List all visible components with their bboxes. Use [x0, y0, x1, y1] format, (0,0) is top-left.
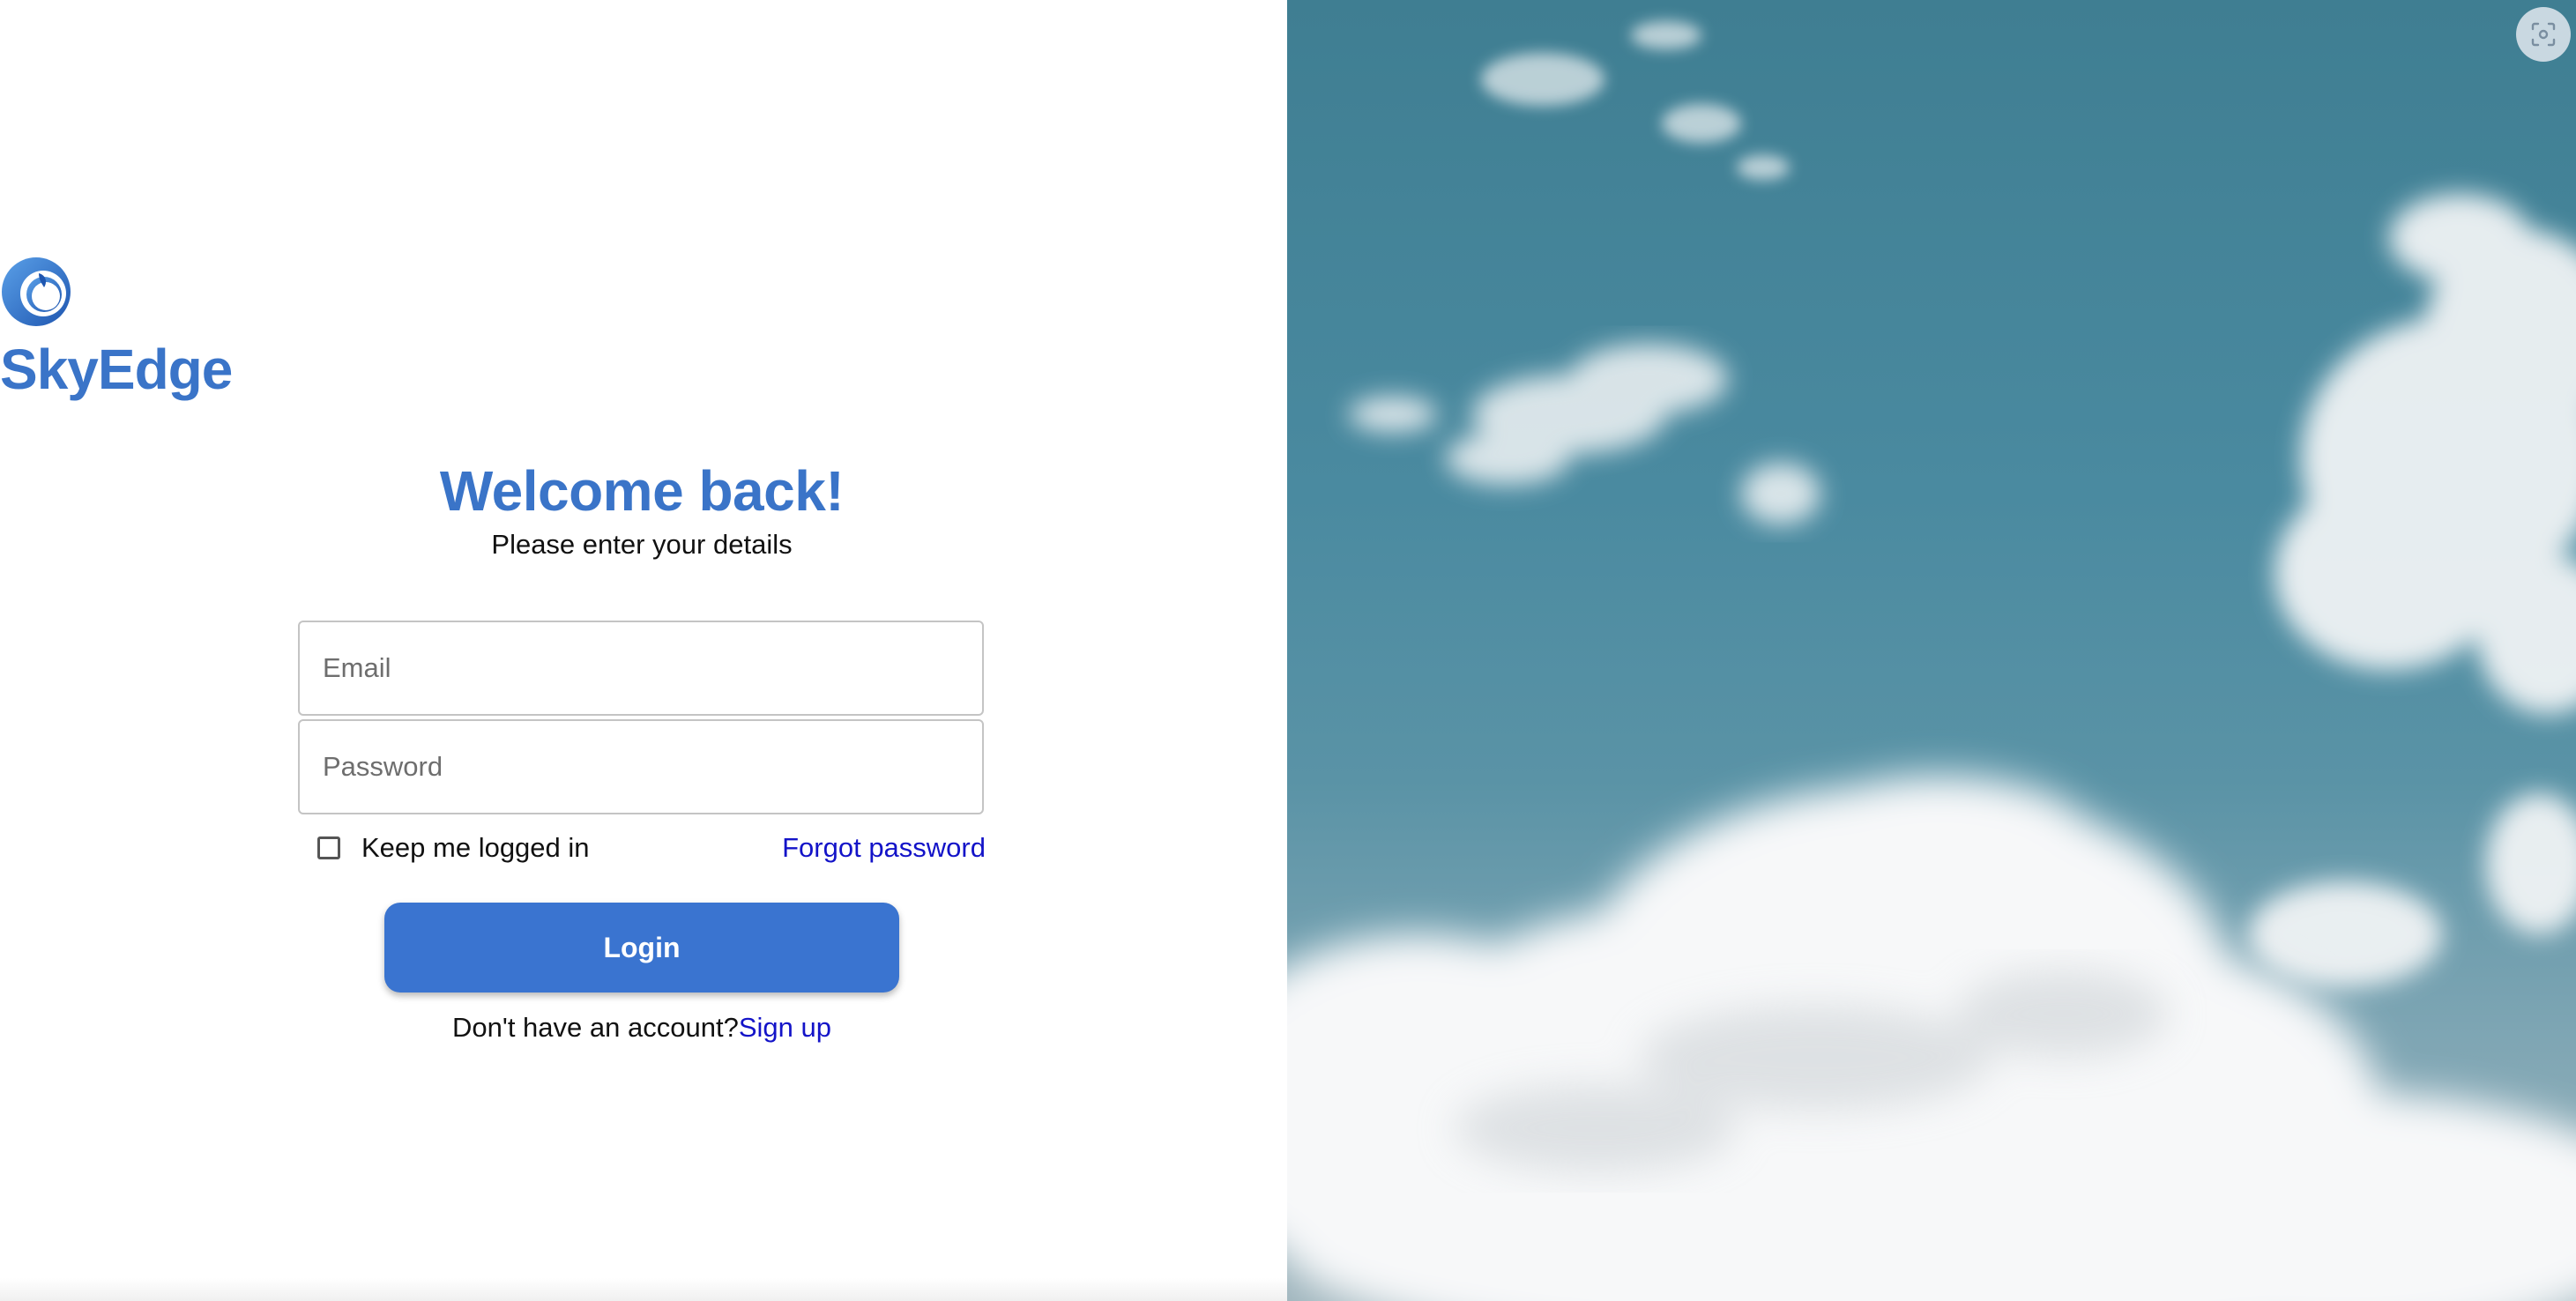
screen-capture-button[interactable] — [2516, 7, 2571, 62]
email-field[interactable] — [298, 621, 984, 716]
login-button[interactable]: Login — [384, 903, 899, 992]
signup-prompt: Don't have an account?Sign up — [0, 1012, 1284, 1044]
screen-capture-icon — [2531, 22, 2556, 47]
signup-prompt-text: Don't have an account? — [452, 1012, 739, 1043]
page-subtitle: Please enter your details — [491, 529, 793, 560]
login-panel: SkyEdge Welcome back! Please enter your … — [0, 0, 1287, 1301]
forgot-password-link[interactable]: Forgot password — [782, 832, 986, 864]
sky-clouds-image — [1287, 21, 2576, 1301]
sky-image-panel — [1287, 0, 2576, 1301]
password-field[interactable] — [298, 719, 984, 814]
login-page: SkyEdge Welcome back! Please enter your … — [0, 0, 2576, 1301]
signup-link[interactable]: Sign up — [739, 1012, 831, 1043]
remember-me-checkbox[interactable] — [317, 836, 340, 859]
remember-me[interactable]: Keep me logged in — [317, 832, 590, 864]
brand-name: SkyEdge — [0, 338, 233, 401]
skyedge-logo-icon — [2, 257, 71, 326]
remember-me-label: Keep me logged in — [361, 832, 590, 863]
page-title: Welcome back! — [439, 459, 845, 523]
